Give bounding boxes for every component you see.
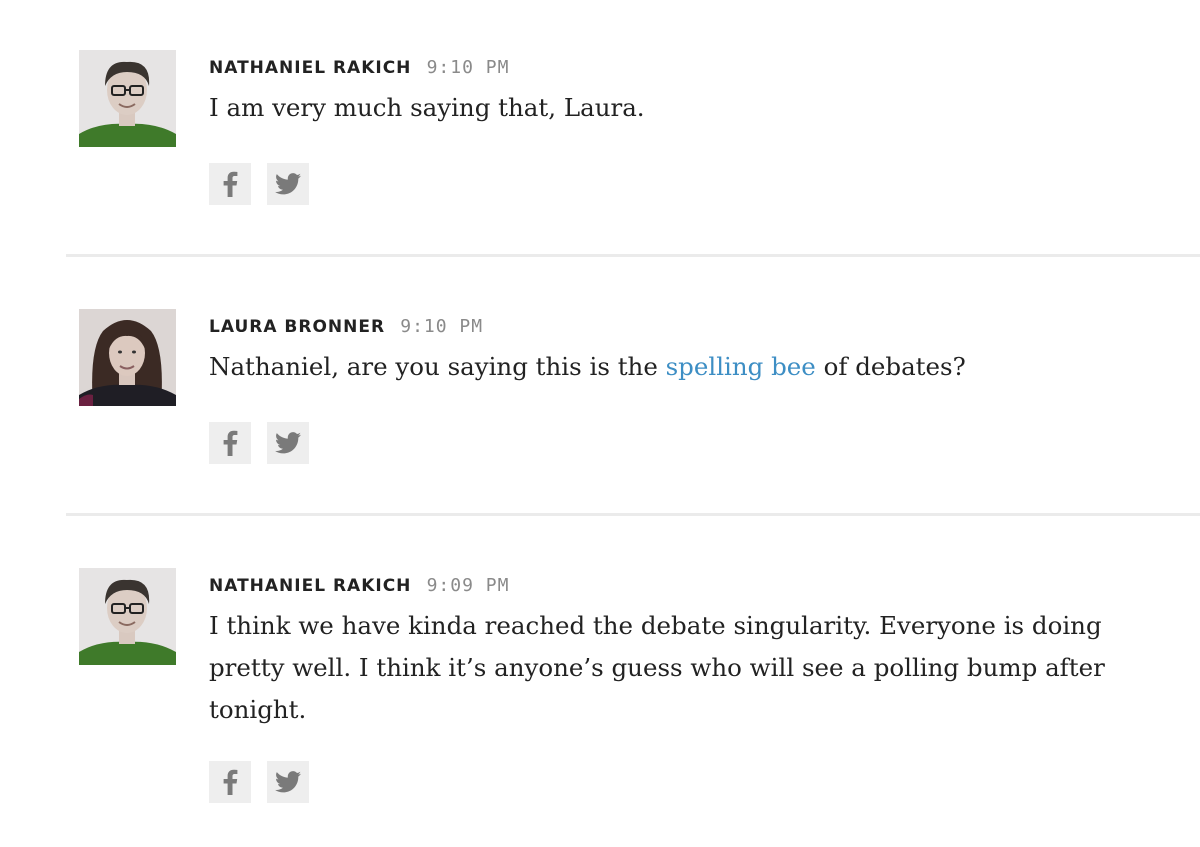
- twitter-share-button[interactable]: [267, 761, 309, 803]
- twitter-icon: [275, 173, 301, 195]
- twitter-share-button[interactable]: [267, 422, 309, 464]
- facebook-icon: [223, 430, 238, 456]
- author-name[interactable]: NATHANIEL RAKICH: [209, 576, 411, 596]
- share-buttons: [209, 422, 309, 464]
- post-body: I think we have kinda reached the debate…: [209, 605, 1109, 731]
- post-body-line: pretty well. I think it’s anyone’s guess…: [209, 653, 1105, 682]
- twitter-icon: [275, 432, 301, 454]
- post-time: 9:09 PM: [426, 575, 510, 596]
- spelling-bee-link[interactable]: spelling bee: [666, 352, 816, 381]
- post-body-text: of debates?: [815, 352, 966, 381]
- facebook-icon: [223, 171, 238, 197]
- post-body-line: I think we have kinda reached the debate…: [209, 611, 1102, 640]
- facebook-icon: [223, 769, 238, 795]
- avatar: [79, 50, 176, 147]
- facebook-share-button[interactable]: [209, 761, 251, 803]
- author-name[interactable]: LAURA BRONNER: [209, 317, 385, 337]
- facebook-share-button[interactable]: [209, 422, 251, 464]
- share-buttons: [209, 761, 309, 803]
- post-body: I am very much saying that, Laura.: [209, 93, 645, 122]
- divider: [66, 513, 1200, 516]
- post-body-text: Nathaniel, are you saying this is the: [209, 352, 666, 381]
- author-name[interactable]: NATHANIEL RAKICH: [209, 58, 411, 78]
- post-body-line: tonight.: [209, 695, 307, 724]
- post-time: 9:10 PM: [400, 316, 484, 337]
- avatar: [79, 568, 176, 665]
- twitter-icon: [275, 771, 301, 793]
- share-buttons: [209, 163, 309, 205]
- facebook-share-button[interactable]: [209, 163, 251, 205]
- twitter-share-button[interactable]: [267, 163, 309, 205]
- post-body: Nathaniel, are you saying this is the sp…: [209, 346, 1089, 388]
- divider: [66, 254, 1200, 257]
- post-time: 9:10 PM: [426, 57, 510, 78]
- avatar: [79, 309, 176, 406]
